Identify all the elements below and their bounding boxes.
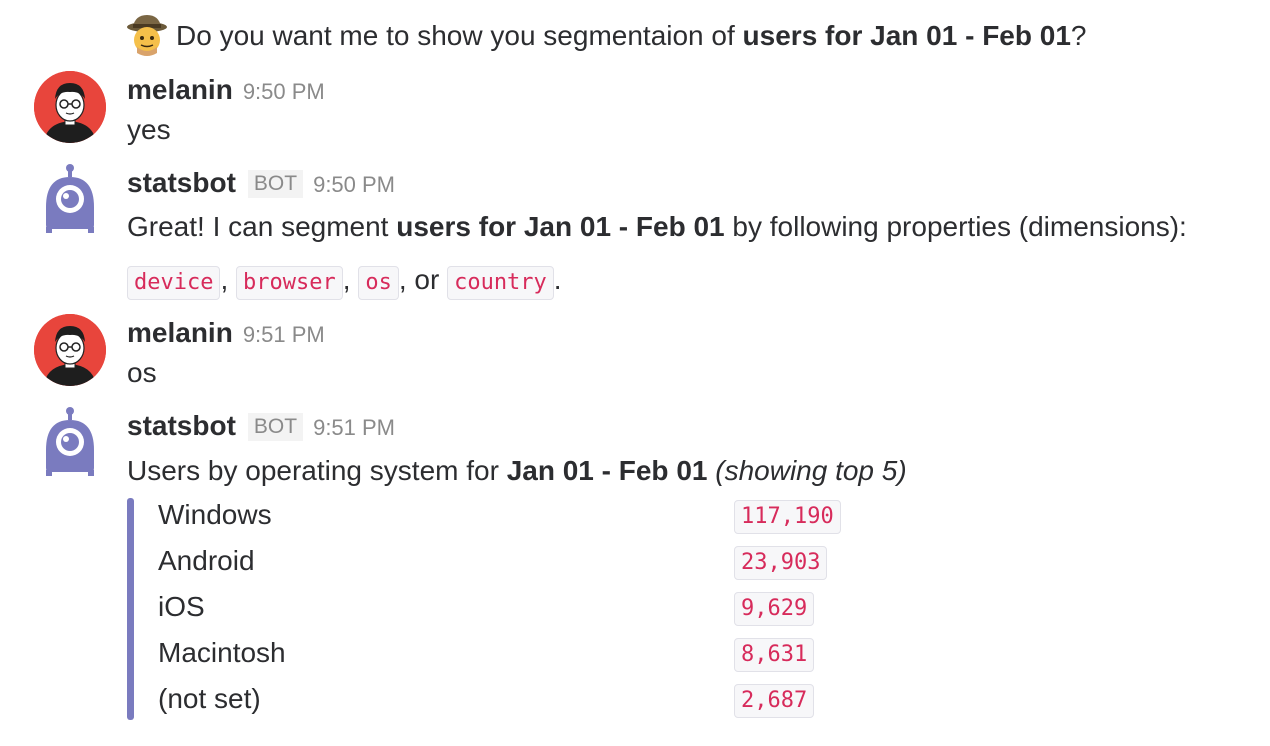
intro-text-bold: users for Jan 01 - Feb 01: [742, 20, 1071, 51]
os-label: iOS: [158, 591, 205, 622]
dimension-country: country: [447, 266, 554, 300]
os-value: 23,903: [734, 546, 828, 580]
avatar-melanin[interactable]: [34, 71, 106, 143]
dimension-browser: browser: [236, 266, 343, 300]
separator-comma: ,: [220, 264, 229, 295]
detective-icon: [125, 13, 169, 57]
table-row: (not set) 2,687: [158, 681, 858, 727]
message-header-4: statsbot BOT 9:51 PM: [127, 408, 395, 449]
intro-text-pre: Do you want me to show you segmentaion o…: [176, 20, 743, 51]
os-value: 2,687: [734, 684, 815, 718]
dimension-list: device, browser, os, or country.: [127, 262, 562, 300]
dimension-os: os: [358, 266, 399, 300]
message-body-2: Great! I can segment users for Jan 01 - …: [127, 209, 1187, 245]
intro-message: Do you want me to show you segmentaion o…: [176, 18, 1086, 54]
attachment-accent-bar: [127, 498, 134, 720]
separator-comma: ,: [342, 264, 351, 295]
separator-period: .: [553, 264, 562, 295]
robot-avatar-icon: [46, 407, 94, 476]
separator-or: , or: [398, 264, 440, 295]
table-row: Macintosh 8,631: [158, 635, 858, 681]
msg2-pre: Great! I can segment: [127, 211, 397, 242]
person-avatar-icon: [34, 314, 106, 386]
message-header-3: melanin 9:51 PM: [127, 315, 325, 356]
os-label: Windows: [158, 499, 272, 530]
table-row: Android 23,903: [158, 543, 858, 589]
message-header-2: statsbot BOT 9:50 PM: [127, 165, 395, 206]
sender-name[interactable]: melanin: [127, 317, 233, 348]
os-label: Android: [158, 545, 255, 576]
os-value: 8,631: [734, 638, 815, 672]
avatar-statsbot[interactable]: [40, 406, 100, 483]
message-body-4: Users by operating system for Jan 01 - F…: [127, 453, 907, 489]
os-value: 117,190: [734, 500, 841, 534]
sender-name[interactable]: melanin: [127, 74, 233, 105]
message-body-3: os: [127, 357, 157, 388]
table-row: iOS 9,629: [158, 589, 858, 635]
msg4-bold: Jan 01 - Feb 01: [506, 455, 708, 486]
avatar-melanin[interactable]: [34, 314, 106, 386]
timestamp[interactable]: 9:50 PM: [313, 172, 395, 197]
table-row: Windows 117,190: [158, 497, 858, 543]
msg2-bold: users for Jan 01 - Feb 01: [396, 211, 725, 242]
avatar-statsbot[interactable]: [40, 163, 100, 240]
message-header-1: melanin 9:50 PM: [127, 72, 325, 113]
timestamp[interactable]: 9:51 PM: [313, 415, 395, 440]
os-label: Macintosh: [158, 637, 286, 668]
robot-avatar-icon: [46, 164, 94, 233]
dimension-device: device: [127, 266, 221, 300]
intro-text-post: ?: [1070, 20, 1087, 51]
msg4-pre: Users by operating system for: [127, 455, 507, 486]
timestamp[interactable]: 9:50 PM: [243, 79, 325, 104]
os-value: 9,629: [734, 592, 815, 626]
msg4-italic: (showing top 5): [715, 455, 907, 486]
timestamp[interactable]: 9:51 PM: [243, 322, 325, 347]
message-body-1: yes: [127, 114, 171, 145]
sender-name[interactable]: statsbot: [127, 410, 236, 441]
msg2-post: by following properties (dimensions):: [724, 211, 1187, 242]
sender-name[interactable]: statsbot: [127, 167, 236, 198]
bot-badge: BOT: [247, 413, 304, 441]
bot-badge: BOT: [247, 170, 304, 198]
os-label: (not set): [158, 683, 261, 714]
person-avatar-icon: [34, 71, 106, 143]
